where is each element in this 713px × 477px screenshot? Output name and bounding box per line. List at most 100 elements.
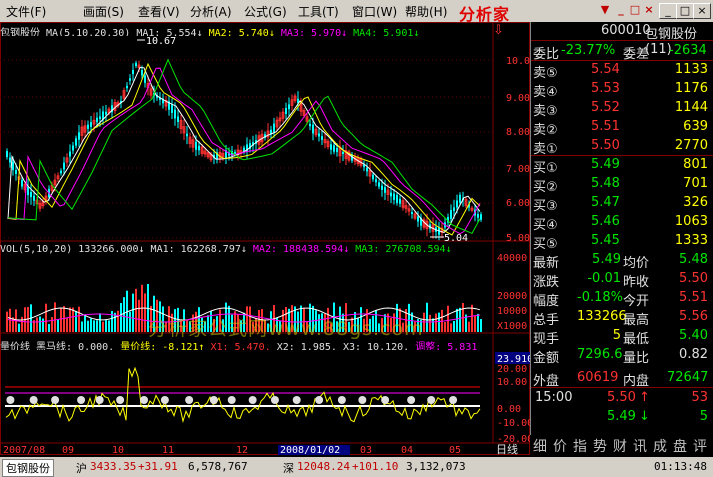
- restore-button[interactable]: □: [676, 3, 694, 19]
- ask-row[interactable]: 卖③ 5.52 1144: [531, 98, 713, 119]
- tab-handicap[interactable]: 盘: [673, 436, 687, 456]
- candle-body: [384, 187, 386, 193]
- tab-deals[interactable]: 成: [653, 436, 667, 456]
- level-price: 5.54: [591, 62, 620, 77]
- candle-body: [75, 138, 77, 146]
- candle-body: [90, 122, 92, 127]
- menu-screen[interactable]: 画面(S): [83, 3, 124, 20]
- volume-bar: [51, 317, 53, 332]
- candle-body: [309, 123, 311, 127]
- tab-news[interactable]: 讯: [633, 436, 647, 456]
- volume-bar: [129, 311, 131, 332]
- candle-body: [321, 136, 323, 140]
- menu-tools[interactable]: 工具(T): [298, 3, 339, 20]
- tick-time: 15:00: [535, 390, 573, 405]
- status-stock-tab[interactable]: 包钢股份: [2, 459, 54, 477]
- price-tick: 10.00: [506, 56, 530, 67]
- volume-bar: [429, 314, 431, 332]
- smiley-icon: [95, 396, 104, 404]
- smiley-icon: [292, 396, 301, 404]
- tab-index[interactable]: 指: [573, 436, 587, 456]
- volume-bar: [18, 323, 20, 332]
- indicator-heima: 黑马线: 0.000,: [36, 342, 115, 350]
- indicator-x2: X2: 1.985,: [276, 342, 337, 350]
- menu-formula[interactable]: 公式(G): [244, 3, 287, 20]
- chart-area[interactable]: 10.67 5.04 10.00 9.00 8.00 7.00 6.00 5.0…: [0, 22, 530, 455]
- indicator-series: [5, 366, 481, 424]
- weibi-row: 委比 -23.77% 委差 -2634: [531, 41, 713, 62]
- date-label: 04: [401, 445, 413, 455]
- indicator-x1: X1: 5.470,: [210, 342, 271, 350]
- candle-body: [198, 145, 200, 151]
- menu-window[interactable]: 窗口(W): [352, 3, 397, 20]
- menu-view[interactable]: 查看(V): [138, 3, 180, 20]
- candle-body: [312, 124, 314, 134]
- control-icon[interactable]: ▼: [597, 3, 613, 17]
- smiley-icon: [77, 396, 86, 404]
- candle-body: [417, 216, 419, 222]
- volume-bar: [99, 313, 101, 332]
- date-label: 05: [449, 445, 461, 455]
- download-icon[interactable]: ⇩: [493, 23, 504, 38]
- level-volume: 701: [683, 176, 708, 191]
- price-tick: 7.00: [506, 164, 530, 175]
- minimize-button[interactable]: _: [659, 3, 677, 19]
- close-button[interactable]: ×: [693, 3, 711, 19]
- volume-bar: [468, 321, 470, 332]
- date-label: 10: [112, 445, 124, 455]
- menu-file[interactable]: 文件(F): [6, 3, 46, 20]
- vol-ma1: MA1: 162268.797↓: [150, 244, 247, 255]
- bid-row[interactable]: 买⑤ 5.45 1333: [531, 231, 713, 252]
- volume-bar: [105, 320, 107, 332]
- sz-label: 深: [283, 462, 294, 475]
- tab-trend[interactable]: 势: [593, 436, 607, 456]
- close-icon[interactable]: ×: [641, 3, 657, 17]
- volume-tick: X1000: [497, 321, 527, 332]
- candle-body: [186, 133, 188, 137]
- stat-value: 5.49: [592, 252, 621, 267]
- volume-bar: [450, 323, 452, 332]
- candle-body: [174, 109, 176, 119]
- volume-bar: [66, 317, 68, 332]
- level-volume: 1144: [674, 100, 708, 115]
- candle-body: [390, 192, 392, 197]
- stat-value: 5.51: [679, 290, 708, 305]
- tick-row: 5.49 ↓ 5: [531, 407, 713, 426]
- period-label[interactable]: 日线: [496, 442, 518, 455]
- ask-row[interactable]: 卖④ 5.53 1176: [531, 79, 713, 100]
- tab-comment[interactable]: 评: [693, 436, 707, 456]
- indicator-price-line: 量价线: -8.121↑: [120, 342, 205, 350]
- tick-volume: 53: [691, 390, 708, 405]
- candle-body: [33, 195, 35, 201]
- candle-body: [195, 141, 197, 150]
- indicator-line: [5, 366, 481, 424]
- volume-bar: [87, 320, 89, 332]
- tab-price[interactable]: 价: [553, 436, 567, 456]
- volume-bar: [93, 320, 95, 332]
- tab-detail[interactable]: 细: [533, 436, 547, 456]
- volume-bar: [438, 312, 440, 332]
- weicha-value: -2634: [669, 43, 707, 58]
- menu-analysis[interactable]: 分析(A): [190, 3, 232, 20]
- volume-bar: [108, 320, 110, 332]
- tab-finance[interactable]: 财: [613, 436, 627, 456]
- candle-body: [129, 78, 131, 81]
- ask-row[interactable]: 卖⑤ 5.54 1133: [531, 60, 713, 81]
- sh-label: 沪: [76, 462, 87, 475]
- candle-body: [99, 116, 101, 120]
- candle-body: [27, 186, 29, 196]
- bid-row[interactable]: 买③ 5.47 326: [531, 193, 713, 214]
- bid-row[interactable]: 买④ 5.46 1063: [531, 212, 713, 233]
- smiley-icon: [160, 396, 169, 404]
- bid-row[interactable]: 买① 5.49 801: [531, 155, 713, 176]
- vol-label: VOL(5,10,20): [0, 244, 73, 255]
- ask-row[interactable]: 卖① 5.50 2770: [531, 136, 713, 157]
- ask-row[interactable]: 卖② 5.51 639: [531, 117, 713, 138]
- quote-title: 600010 包钢股份(11): [531, 22, 713, 57]
- menu-help[interactable]: 帮助(H): [405, 3, 447, 20]
- candle-body: [330, 144, 332, 150]
- level-volume: 1333: [674, 233, 708, 248]
- bid-row[interactable]: 买② 5.48 701: [531, 174, 713, 195]
- smiley-icon: [6, 396, 15, 404]
- volume-bar: [81, 321, 83, 332]
